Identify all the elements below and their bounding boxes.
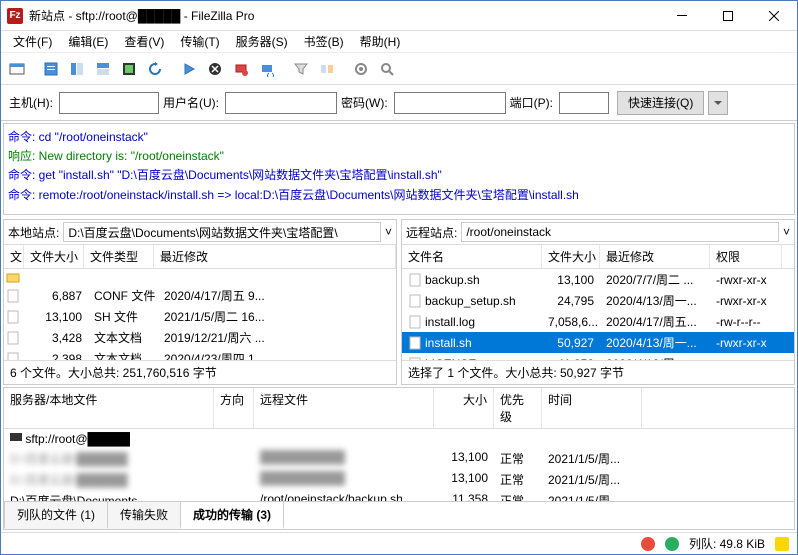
message-log[interactable]: 命令: cd "/root/oneinstack"响应: New directo… bbox=[3, 123, 795, 215]
remote-status: 选择了 1 个文件。大小总共: 50,927 字节 bbox=[402, 360, 794, 384]
column-header[interactable]: 大小 bbox=[434, 388, 494, 428]
compare-icon[interactable] bbox=[315, 57, 339, 81]
file-row[interactable]: 3,428文本文档2019/12/21/周六 ... bbox=[4, 327, 396, 348]
file-row[interactable]: LICENSE11 3582020/4/13/周一-rw-r--r-- bbox=[402, 353, 794, 360]
port-input[interactable] bbox=[559, 92, 609, 114]
file-row[interactable]: backup_setup.sh24,7952020/4/13/周一...-rwx… bbox=[402, 290, 794, 311]
queue-tab[interactable]: 成功的传输 (3) bbox=[180, 502, 284, 529]
menu-item[interactable]: 查看(V) bbox=[116, 31, 172, 52]
column-header[interactable]: 文 bbox=[4, 245, 24, 268]
sync-browse-icon[interactable] bbox=[349, 57, 373, 81]
reconnect-icon[interactable] bbox=[255, 57, 279, 81]
file-row[interactable]: backup.sh13,1002020/7/7/周二 ...-rwxr-xr-x bbox=[402, 269, 794, 290]
toggle-log-icon[interactable] bbox=[39, 57, 63, 81]
pass-input[interactable] bbox=[394, 92, 506, 114]
local-file-list[interactable]: 文文件大小文件类型最近修改 6,887CONF 文件2020/4/17/周五 9… bbox=[4, 245, 396, 360]
column-header[interactable]: 最近修改 bbox=[600, 245, 710, 268]
lock-icon bbox=[775, 537, 789, 551]
status-indicator-1 bbox=[641, 537, 655, 551]
local-pane: 本地站点: ˅ 文文件大小文件类型最近修改 6,887CONF 文件2020/4… bbox=[3, 219, 397, 385]
menubar: 文件(F)编辑(E)查看(V)传输(T)服务器(S)书签(B)帮助(H) bbox=[1, 31, 797, 53]
window-title: 新站点 - sftp://root@█████ - FileZilla Pro bbox=[29, 7, 659, 24]
cancel-icon[interactable] bbox=[203, 57, 227, 81]
local-path-label: 本地站点: bbox=[8, 224, 59, 241]
filter-icon[interactable] bbox=[289, 57, 313, 81]
status-indicator-2 bbox=[665, 537, 679, 551]
toolbar bbox=[1, 53, 797, 85]
column-header[interactable]: 权限 bbox=[710, 245, 782, 268]
menu-item[interactable]: 编辑(E) bbox=[60, 31, 116, 52]
menu-item[interactable]: 传输(T) bbox=[172, 31, 227, 52]
queue-tab[interactable]: 传输失败 bbox=[107, 502, 181, 529]
minimize-button[interactable] bbox=[659, 1, 705, 31]
close-button[interactable] bbox=[751, 1, 797, 31]
local-path-input[interactable] bbox=[63, 222, 381, 242]
pass-label: 密码(W): bbox=[341, 94, 388, 111]
remote-path-input[interactable] bbox=[461, 222, 779, 242]
disconnect-icon[interactable] bbox=[229, 57, 253, 81]
file-row[interactable] bbox=[4, 269, 396, 285]
quick-connect-dropdown[interactable] bbox=[708, 91, 728, 115]
host-input[interactable] bbox=[59, 92, 159, 114]
file-icon bbox=[6, 331, 26, 345]
column-header[interactable]: 方向 bbox=[214, 388, 254, 428]
remote-file-list[interactable]: 文件名文件大小最近修改权限 backup.sh13,1002020/7/7/周二… bbox=[402, 245, 794, 360]
transfer-server-row[interactable]: sftp://root@█████ bbox=[4, 429, 794, 448]
maximize-button[interactable] bbox=[705, 1, 751, 31]
file-row[interactable]: 2 398文本文档2020/4/23/周四 1 bbox=[4, 348, 396, 360]
chevron-down-icon[interactable]: ˅ bbox=[783, 225, 790, 239]
transfer-row[interactable]: D:\百度云盘\Documents/root/oneinstack/backup… bbox=[4, 490, 794, 501]
transfer-queue: 服务器/本地文件方向远程文件大小优先级时间 sftp://root@█████D… bbox=[3, 387, 795, 530]
column-header[interactable]: 文件类型 bbox=[84, 245, 154, 268]
remote-path-label: 远程站点: bbox=[406, 224, 457, 241]
file-icon bbox=[6, 352, 26, 361]
user-label: 用户名(U): bbox=[163, 94, 219, 111]
menu-item[interactable]: 帮助(H) bbox=[352, 31, 409, 52]
toggle-local-tree-icon[interactable] bbox=[65, 57, 89, 81]
user-input[interactable] bbox=[225, 92, 337, 114]
quick-connect-button[interactable]: 快速连接(Q) bbox=[617, 91, 704, 115]
search-icon[interactable] bbox=[375, 57, 399, 81]
queue-tab[interactable]: 列队的文件 (1) bbox=[4, 502, 108, 529]
column-header[interactable]: 最近修改 bbox=[154, 245, 396, 268]
host-label: 主机(H): bbox=[9, 94, 53, 111]
remote-pane: 远程站点: ˅ 文件名文件大小最近修改权限 backup.sh13,100202… bbox=[401, 219, 795, 385]
column-header[interactable]: 文件大小 bbox=[24, 245, 84, 268]
column-header[interactable]: 时间 bbox=[542, 388, 642, 428]
file-row[interactable]: install.log7,058,6...2020/4/17/周五...-rw-… bbox=[402, 311, 794, 332]
transfer-row[interactable]: D:\百度云盘\████████████████13,100正常2021/1/5… bbox=[4, 469, 794, 490]
file-row[interactable]: 6,887CONF 文件2020/4/17/周五 9... bbox=[4, 285, 396, 306]
connection-bar: 主机(H): 用户名(U): 密码(W): 端口(P): 快速连接(Q) bbox=[1, 85, 797, 121]
local-status: 6 个文件。大小总共: 251,760,516 字节 bbox=[4, 360, 396, 384]
folder-icon bbox=[6, 270, 26, 284]
file-icon bbox=[6, 310, 26, 324]
file-icon bbox=[6, 289, 26, 303]
column-header[interactable]: 远程文件 bbox=[254, 388, 434, 428]
transfer-row[interactable]: D:\百度云盘\████████████████13,100正常2021/1/5… bbox=[4, 448, 794, 469]
column-header[interactable]: 文件名 bbox=[402, 245, 542, 268]
menu-item[interactable]: 服务器(S) bbox=[228, 31, 296, 52]
refresh-icon[interactable] bbox=[143, 57, 167, 81]
column-header[interactable]: 优先级 bbox=[494, 388, 542, 428]
statusbar: 列队: 49.8 KiB bbox=[1, 532, 797, 554]
process-queue-icon[interactable] bbox=[177, 57, 201, 81]
queue-size: 列队: 49.8 KiB bbox=[689, 535, 765, 552]
titlebar: Fz 新站点 - sftp://root@█████ - FileZilla P… bbox=[1, 1, 797, 31]
chevron-down-icon[interactable]: ˅ bbox=[385, 225, 392, 239]
toggle-remote-tree-icon[interactable] bbox=[91, 57, 115, 81]
port-label: 端口(P): bbox=[510, 94, 553, 111]
file-row[interactable]: 13,100SH 文件2021/1/5/周二 16... bbox=[4, 306, 396, 327]
site-manager-icon[interactable] bbox=[5, 57, 29, 81]
column-header[interactable]: 文件大小 bbox=[542, 245, 600, 268]
app-icon: Fz bbox=[7, 8, 23, 24]
file-row[interactable]: install.sh50,9272020/4/13/周一...-rwxr-xr-… bbox=[402, 332, 794, 353]
menu-item[interactable]: 文件(F) bbox=[5, 31, 60, 52]
menu-item[interactable]: 书签(B) bbox=[296, 31, 352, 52]
column-header[interactable]: 服务器/本地文件 bbox=[4, 388, 214, 428]
toggle-queue-icon[interactable] bbox=[117, 57, 141, 81]
